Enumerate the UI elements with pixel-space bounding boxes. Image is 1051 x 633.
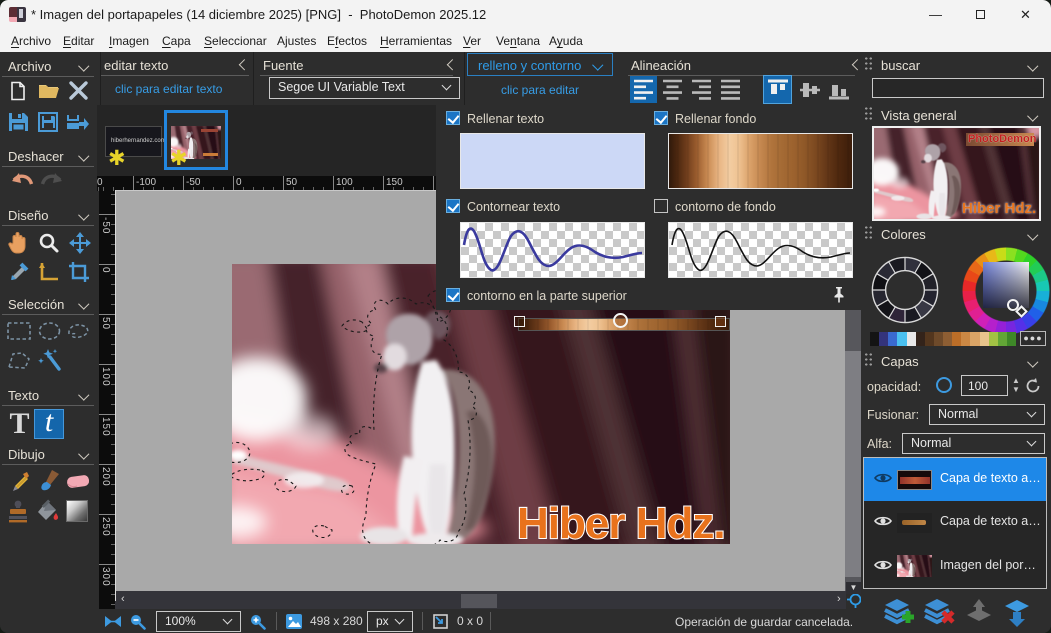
svg-text:Hiber Hdz.: Hiber Hdz. <box>517 499 725 544</box>
